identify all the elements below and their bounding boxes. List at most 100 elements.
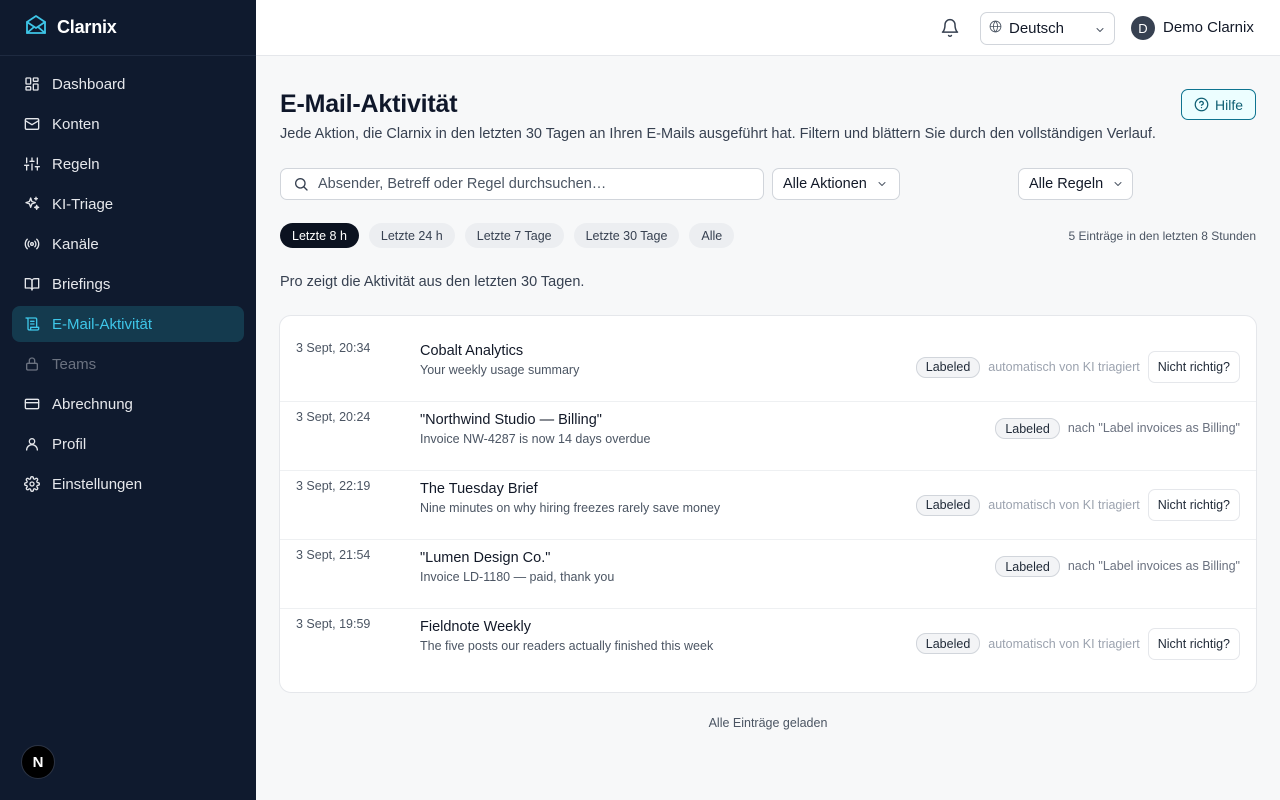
actions-filter-select[interactable]: Alle Aktionen: [772, 168, 900, 200]
search-icon: [295, 178, 308, 191]
brand-name: Clarnix: [57, 17, 117, 37]
entry-sender: Cobalt Analytics: [420, 343, 524, 359]
sidebar-item-label: Dashboard: [52, 75, 126, 93]
search-box: [280, 168, 764, 200]
search-input[interactable]: [318, 176, 738, 192]
entry-subject: Your weekly usage summary: [420, 363, 580, 377]
chip-last-7-days[interactable]: Letzte 7 Tage: [464, 223, 564, 248]
avatar[interactable]: D: [1131, 16, 1155, 40]
help-button[interactable]: Hilfe: [1181, 89, 1256, 120]
sidebar-item-briefings[interactable]: Briefings: [12, 266, 244, 302]
sidebar-item-regeln[interactable]: Regeln: [12, 146, 244, 182]
status-badge: Labeled: [915, 633, 981, 654]
list-item[interactable]: 3 Sept, 20:34 Cobalt Analytics Your week…: [280, 333, 1256, 402]
entry-actions: Labeled automatisch von KI triagiert Nic…: [915, 609, 1240, 678]
sidebar-item-label: KI-Triage: [52, 195, 114, 213]
lock-icon: [24, 356, 40, 372]
entry-rule-meta: nach "Label invoices as Billing": [1067, 559, 1240, 573]
sidebar-item-dashboard[interactable]: Dashboard: [12, 66, 244, 102]
sidebar-item-label: Kanäle: [52, 235, 99, 253]
status-badge: Labeled: [915, 356, 981, 378]
pro-note: Pro zeigt die Aktivität aus den letzten …: [280, 274, 585, 290]
chip-last-8h[interactable]: Letzte 8 h: [280, 223, 359, 248]
chip-last-30-days[interactable]: Letzte 30 Tage: [573, 223, 680, 248]
list-item[interactable]: 3 Sept, 22:19 The Tuesday Brief Nine min…: [280, 471, 1256, 540]
list-item[interactable]: 3 Sept, 21:54 "Lumen Design Co." Invoice…: [280, 540, 1256, 609]
sidebar-item-label: Teams: [52, 355, 97, 373]
brand[interactable]: Clarnix: [0, 0, 256, 56]
not-correct-button[interactable]: Nicht richtig?: [1147, 627, 1240, 660]
language-select[interactable]: Deutsch: [980, 12, 1115, 45]
book-icon: [24, 276, 40, 292]
sidebar-item-teams: Teams: [12, 346, 244, 382]
entry-time: 3 Sept, 20:24: [296, 410, 371, 424]
time-range-chips: Letzte 8 h Letzte 24 h Letzte 7 Tage Let…: [280, 223, 744, 248]
entry-time: 3 Sept, 19:59: [296, 617, 371, 631]
sidebar-nav: Dashboard Konten Regeln KI-Triage Kanäle…: [0, 56, 256, 516]
list-item[interactable]: 3 Sept, 20:24 "Northwind Studio — Billin…: [280, 402, 1256, 471]
sidebar-item-einstellungen[interactable]: Einstellungen: [12, 466, 244, 502]
chevron-down-icon: [1112, 178, 1124, 190]
bottom-n-badge[interactable]: N: [21, 745, 55, 779]
entry-subject: Invoice LD-1180 — paid, thank you: [420, 570, 615, 584]
mail-icon: [24, 116, 40, 132]
sidebar-item-abrechnung[interactable]: Abrechnung: [12, 386, 244, 422]
sidebar-item-konten[interactable]: Konten: [12, 106, 244, 142]
globe-icon: [989, 20, 1002, 37]
sidebar-item-kanaele[interactable]: Kanäle: [12, 226, 244, 262]
entry-meta: automatisch von KI triagiert: [988, 360, 1140, 374]
activity-list: 3 Sept, 20:34 Cobalt Analytics Your week…: [279, 315, 1257, 693]
entry-sender: "Lumen Design Co.": [420, 550, 551, 566]
list-item[interactable]: 3 Sept, 19:59 Fieldnote Weekly The five …: [280, 609, 1256, 678]
entry-meta: automatisch von KI triagiert: [988, 498, 1140, 512]
chevron-down-icon: [1094, 23, 1106, 40]
sidebar-item-label: Profil: [52, 435, 87, 453]
page-subtitle: Jede Aktion, die Clarnix in den letzten …: [280, 126, 1156, 142]
chevron-down-icon: [876, 178, 888, 190]
top-header: Deutsch D Demo Clarnix: [256, 0, 1280, 56]
sidebar-item-profil[interactable]: Profil: [12, 426, 244, 462]
rules-filter-value: Alle Regeln: [1029, 176, 1104, 192]
bell-icon[interactable]: [940, 18, 960, 38]
help-circle-icon: [1194, 97, 1209, 112]
sidebar-item-label: Einstellungen: [52, 475, 143, 493]
entry-subject: The five posts our readers actually fini…: [420, 639, 714, 653]
user-icon: [24, 436, 40, 452]
entry-sender: The Tuesday Brief: [420, 481, 538, 497]
entry-rule-meta: nach "Label invoices as Billing": [1067, 421, 1240, 435]
credit-card-icon: [24, 396, 40, 412]
page-title: E-Mail-Aktivität: [280, 90, 458, 118]
entry-actions: Labeled automatisch von KI triagiert Nic…: [915, 333, 1240, 401]
entry-meta: automatisch von KI triagiert: [988, 636, 1140, 651]
entry-actions: Labeled nach "Label invoices as Billing": [995, 402, 1240, 470]
entry-actions: Labeled automatisch von KI triagiert Nic…: [915, 471, 1240, 539]
entry-actions: Labeled nach "Label invoices as Billing": [995, 540, 1240, 608]
entry-count: 5 Einträge in den letzten 8 Stunden: [1068, 229, 1256, 243]
entry-sender: "Northwind Studio — Billing": [420, 412, 602, 428]
chip-all[interactable]: Alle: [689, 223, 735, 248]
sidebar-item-label: Konten: [52, 115, 100, 133]
entry-time: 3 Sept, 21:54: [296, 548, 371, 562]
rules-filter-select[interactable]: Alle Regeln: [1018, 168, 1133, 200]
status-badge: Labeled: [915, 494, 981, 516]
not-correct-button[interactable]: Nicht richtig?: [1147, 351, 1240, 383]
user-name[interactable]: Demo Clarnix: [1163, 19, 1254, 36]
status-badge: Labeled: [995, 418, 1060, 439]
sidebar-item-label: E-Mail-Aktivität: [52, 315, 153, 333]
actions-filter-value: Alle Aktionen: [783, 176, 867, 192]
entry-sender: Fieldnote Weekly: [420, 619, 531, 635]
sidebar-item-ki-triage[interactable]: KI-Triage: [12, 186, 244, 222]
help-label: Hilfe: [1214, 96, 1243, 113]
sidebar-item-email-aktivitaet[interactable]: E-Mail-Aktivität: [12, 306, 244, 342]
envelope-logo-icon: [24, 13, 48, 42]
radio-icon: [24, 236, 40, 252]
not-correct-button[interactable]: Nicht richtig?: [1147, 489, 1240, 521]
sidebar: Clarnix Dashboard Konten Regeln KI-Triag…: [0, 0, 256, 800]
entry-time: 3 Sept, 20:34: [296, 341, 371, 355]
chip-last-24h[interactable]: Letzte 24 h: [368, 223, 455, 248]
sidebar-item-label: Abrechnung: [52, 395, 133, 413]
entry-subject: Nine minutes on why hiring freezes rarel…: [420, 501, 721, 515]
grid-icon: [24, 76, 40, 92]
entry-time: 3 Sept, 22:19: [296, 479, 371, 493]
entry-subject: Invoice NW-4287 is now 14 days overdue: [420, 432, 651, 446]
